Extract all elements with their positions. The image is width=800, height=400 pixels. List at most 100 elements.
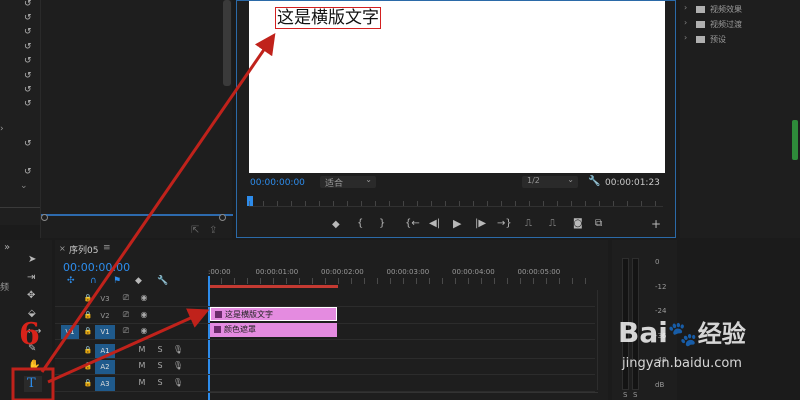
time-ruler[interactable]: :00:00 00:00:01:00 00:00:02:00 00:00:03:00 0…	[208, 266, 598, 290]
reset-icon[interactable]: ↺	[24, 140, 32, 149]
folder-icon	[696, 36, 705, 43]
chevron-right-icon[interactable]: ›	[0, 124, 4, 134]
microphone-icon[interactable]: 🎙	[171, 376, 185, 390]
mute-button[interactable]: M	[135, 359, 149, 373]
clip-color-matte[interactable]: 颜色遮罩	[210, 323, 337, 337]
reset-icon[interactable]: ↺	[24, 100, 32, 109]
solo-button[interactable]: S	[153, 359, 167, 373]
timeline-v-scrollbar[interactable]	[597, 290, 603, 390]
work-area-bar[interactable]	[208, 285, 338, 288]
linked-selection-icon[interactable]: ∩	[90, 277, 97, 286]
add-marker-flag-icon[interactable]: ⚑	[113, 277, 121, 286]
sync-lock-icon[interactable]: ⎚	[119, 308, 133, 322]
type-tool-button[interactable]: T	[24, 376, 42, 392]
solo-right-button[interactable]: S	[633, 391, 637, 399]
add-button-icon[interactable]: +	[651, 218, 661, 230]
ripple-edit-tool-icon[interactable]: ✥	[27, 291, 35, 301]
timeline-timecode[interactable]: 00:00:00:00	[63, 261, 130, 274]
track-target-button[interactable]: A3	[95, 376, 115, 391]
mark-out-icon[interactable]: }	[379, 219, 385, 229]
step-back-icon[interactable]: ◀|	[429, 219, 440, 229]
marker-icon[interactable]: ◆	[135, 277, 142, 286]
mute-button[interactable]: M	[135, 376, 149, 390]
current-timecode[interactable]: 00:00:00:00	[250, 178, 305, 188]
settings-wrench-icon[interactable]: 🔧	[157, 277, 168, 286]
track-select-tool-icon[interactable]: ⇥	[27, 273, 35, 283]
fx-badge-icon	[214, 326, 221, 333]
effects-folder-item[interactable]: › 视频过渡	[684, 18, 784, 31]
solo-left-button[interactable]: S	[623, 391, 627, 399]
lock-icon[interactable]: 🔒	[81, 376, 95, 390]
fit-dropdown[interactable]: 适合 ⌄	[320, 175, 376, 189]
play-icon[interactable]: ▶	[453, 218, 461, 229]
left-panel-separator	[0, 207, 40, 208]
effects-folder-item[interactable]: › 视频效果	[684, 3, 784, 16]
source-panel: ⇱ ⇪	[40, 0, 233, 238]
scrollbar[interactable]	[223, 0, 231, 86]
clip-title-text[interactable]: 这是横版文字	[210, 307, 337, 321]
resolution-label: 1/2	[527, 176, 540, 185]
resolution-dropdown[interactable]: 1/2 ⌄	[522, 175, 578, 188]
track-target-button[interactable]: A2	[95, 360, 115, 374]
track-target-button[interactable]: V2	[95, 309, 115, 323]
lock-icon[interactable]: 🔒	[81, 343, 95, 357]
preview-title-text[interactable]: 这是横版文字	[275, 7, 381, 29]
source-patch-button[interactable]: V1	[61, 325, 79, 339]
step-forward-icon[interactable]: |▶	[475, 219, 486, 229]
snap-icon[interactable]: ✣	[67, 277, 75, 286]
dropdown-chevron-icon[interactable]: ⌄	[20, 181, 28, 191]
go-to-out-icon[interactable]: →}	[497, 219, 512, 229]
reset-icon[interactable]: ↺	[24, 0, 32, 9]
type-tool-icon: T	[27, 376, 36, 391]
extract-icon[interactable]: ⎍	[549, 219, 556, 229]
microphone-icon[interactable]: 🎙	[171, 343, 185, 357]
handle-circle-left[interactable]	[41, 214, 48, 221]
sync-lock-icon[interactable]: ⎚	[119, 291, 133, 305]
effects-scrollbar[interactable]	[792, 120, 798, 160]
timeline-h-scrollbar[interactable]	[208, 392, 598, 398]
microphone-icon[interactable]: 🎙	[171, 359, 185, 373]
eye-icon[interactable]: ◉	[137, 308, 151, 322]
handle-circle-right[interactable]	[219, 214, 226, 221]
tab-menu-icon[interactable]: ≡	[103, 243, 111, 253]
lock-icon[interactable]: 🔒	[81, 291, 95, 305]
eye-icon[interactable]: ◉	[137, 291, 151, 305]
selection-tool-icon[interactable]: ➤	[28, 255, 36, 265]
mark-in-icon[interactable]: {	[357, 219, 363, 229]
mute-button[interactable]: M	[135, 343, 149, 357]
go-to-in-icon[interactable]: {←	[405, 219, 420, 229]
reset-icon[interactable]: ↺	[24, 14, 32, 23]
monitor-ruler[interactable]	[249, 201, 663, 207]
export-frame-icon[interactable]: ⇱	[191, 226, 199, 236]
reset-icon[interactable]: ↺	[24, 168, 32, 177]
watermark-brand: Bai🐾经验	[618, 316, 746, 349]
close-tab-icon[interactable]: ×	[59, 244, 66, 253]
add-marker-icon[interactable]: ◆	[332, 220, 340, 230]
track-target-button[interactable]: V1	[95, 325, 115, 339]
reset-icon[interactable]: ↺	[24, 57, 32, 66]
export-frame-camera-icon[interactable]: ◙	[573, 219, 583, 229]
eye-icon[interactable]: ◉	[137, 324, 151, 338]
panel-resize-handle[interactable]	[41, 214, 233, 216]
lock-icon[interactable]: 🔒	[81, 359, 95, 373]
lock-icon[interactable]: 🔒	[81, 324, 95, 338]
track-target-button[interactable]: A1	[95, 343, 115, 358]
panel-menu-icon[interactable]: »	[4, 242, 10, 253]
reset-icon[interactable]: ↺	[24, 43, 32, 52]
solo-button[interactable]: S	[153, 343, 167, 357]
lock-icon[interactable]: 🔒	[81, 308, 95, 322]
compare-view-icon[interactable]: ⧉	[595, 219, 602, 229]
hand-tool-icon[interactable]: ✋	[28, 361, 40, 371]
wrench-icon[interactable]: 🔧	[588, 177, 600, 187]
effects-folder-item[interactable]: › 预设	[684, 33, 784, 46]
sync-lock-icon[interactable]: ⎚	[119, 324, 133, 338]
reset-icon[interactable]: ↺	[24, 86, 32, 95]
solo-button[interactable]: S	[153, 376, 167, 390]
reset-icon[interactable]: ↺	[24, 72, 32, 81]
sequence-tab[interactable]: 序列05	[69, 243, 98, 256]
track-target-button[interactable]: V3	[95, 292, 115, 306]
reset-icon[interactable]: ↺	[24, 28, 32, 37]
audio-track-row: 🔒 A3 M S 🎙	[55, 376, 595, 392]
share-icon[interactable]: ⇪	[209, 226, 217, 236]
lift-icon[interactable]: ⎍	[525, 219, 532, 229]
